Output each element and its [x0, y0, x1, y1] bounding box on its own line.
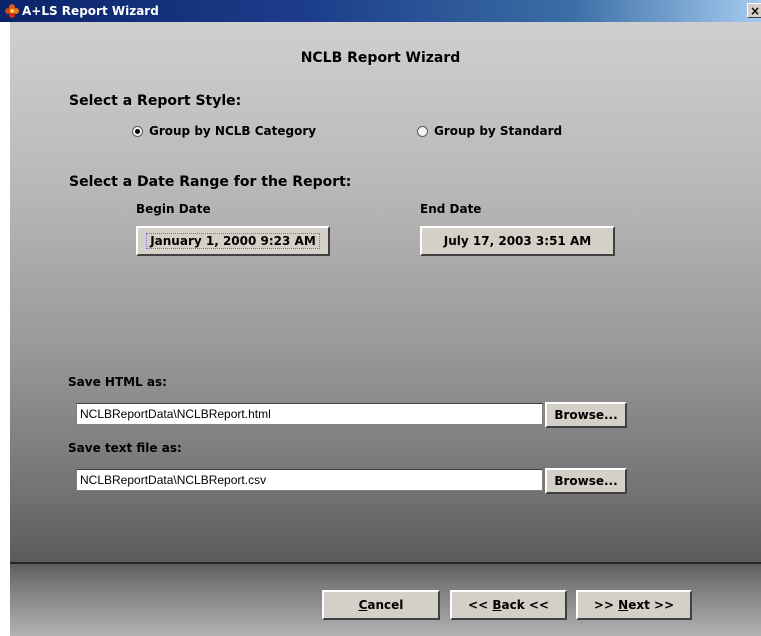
- close-icon: ×: [749, 4, 761, 18]
- radio-group-by-nclb-category[interactable]: Group by NCLB Category: [132, 124, 316, 138]
- begin-date-button[interactable]: January 1, 2000 9:23 AM: [136, 226, 330, 256]
- end-date-value: July 17, 2003 3:51 AM: [443, 234, 592, 248]
- wizard-header: NCLB Report Wizard: [300, 50, 461, 66]
- save-html-input[interactable]: NCLBReportData\NCLBReport.html: [76, 403, 543, 425]
- back-prefix: <<: [468, 598, 493, 612]
- end-date-button[interactable]: July 17, 2003 3:51 AM: [420, 226, 615, 256]
- close-button[interactable]: ×: [747, 3, 761, 18]
- radio-label: Group by NCLB Category: [149, 124, 317, 138]
- radio-group-by-standard[interactable]: Group by Standard: [417, 124, 562, 138]
- title-bar[interactable]: A+LS Report Wizard ×: [0, 0, 761, 22]
- end-date-label: End Date: [420, 202, 482, 216]
- back-label-rest: ack <<: [501, 598, 549, 612]
- save-html-label: Save HTML as:: [68, 375, 167, 389]
- window-left-edge: [0, 22, 10, 636]
- next-mnemonic: N: [618, 598, 629, 612]
- save-text-input[interactable]: NCLBReportData\NCLBReport.csv: [76, 469, 543, 491]
- report-style-label: Select a Report Style:: [69, 93, 242, 109]
- report-wizard-window: A+LS Report Wizard × NCLB Report Wizard …: [0, 0, 761, 636]
- radio-unselected-icon[interactable]: [417, 125, 428, 137]
- next-prefix: >>: [593, 598, 619, 612]
- browse-text-button[interactable]: Browse...: [545, 468, 627, 494]
- app-flower-icon: [5, 4, 19, 18]
- cancel-button[interactable]: Cancel: [322, 590, 440, 620]
- footer-separator: [10, 562, 761, 564]
- radio-selected-icon[interactable]: [132, 125, 143, 137]
- next-label-rest: ext >>: [628, 598, 675, 612]
- save-text-label: Save text file as:: [68, 441, 182, 455]
- radio-label: Group by Standard: [434, 124, 563, 138]
- back-button[interactable]: << Back <<: [450, 590, 567, 620]
- browse-html-button[interactable]: Browse...: [545, 402, 627, 428]
- date-range-label: Select a Date Range for the Report:: [69, 174, 352, 190]
- next-button[interactable]: >> Next >>: [576, 590, 692, 620]
- begin-date-value: January 1, 2000 9:23 AM: [146, 233, 320, 249]
- begin-date-label: Begin Date: [136, 202, 211, 216]
- window-title: A+LS Report Wizard: [22, 4, 159, 18]
- wizard-panel: [10, 22, 761, 636]
- cancel-label-rest: ancel: [367, 598, 404, 612]
